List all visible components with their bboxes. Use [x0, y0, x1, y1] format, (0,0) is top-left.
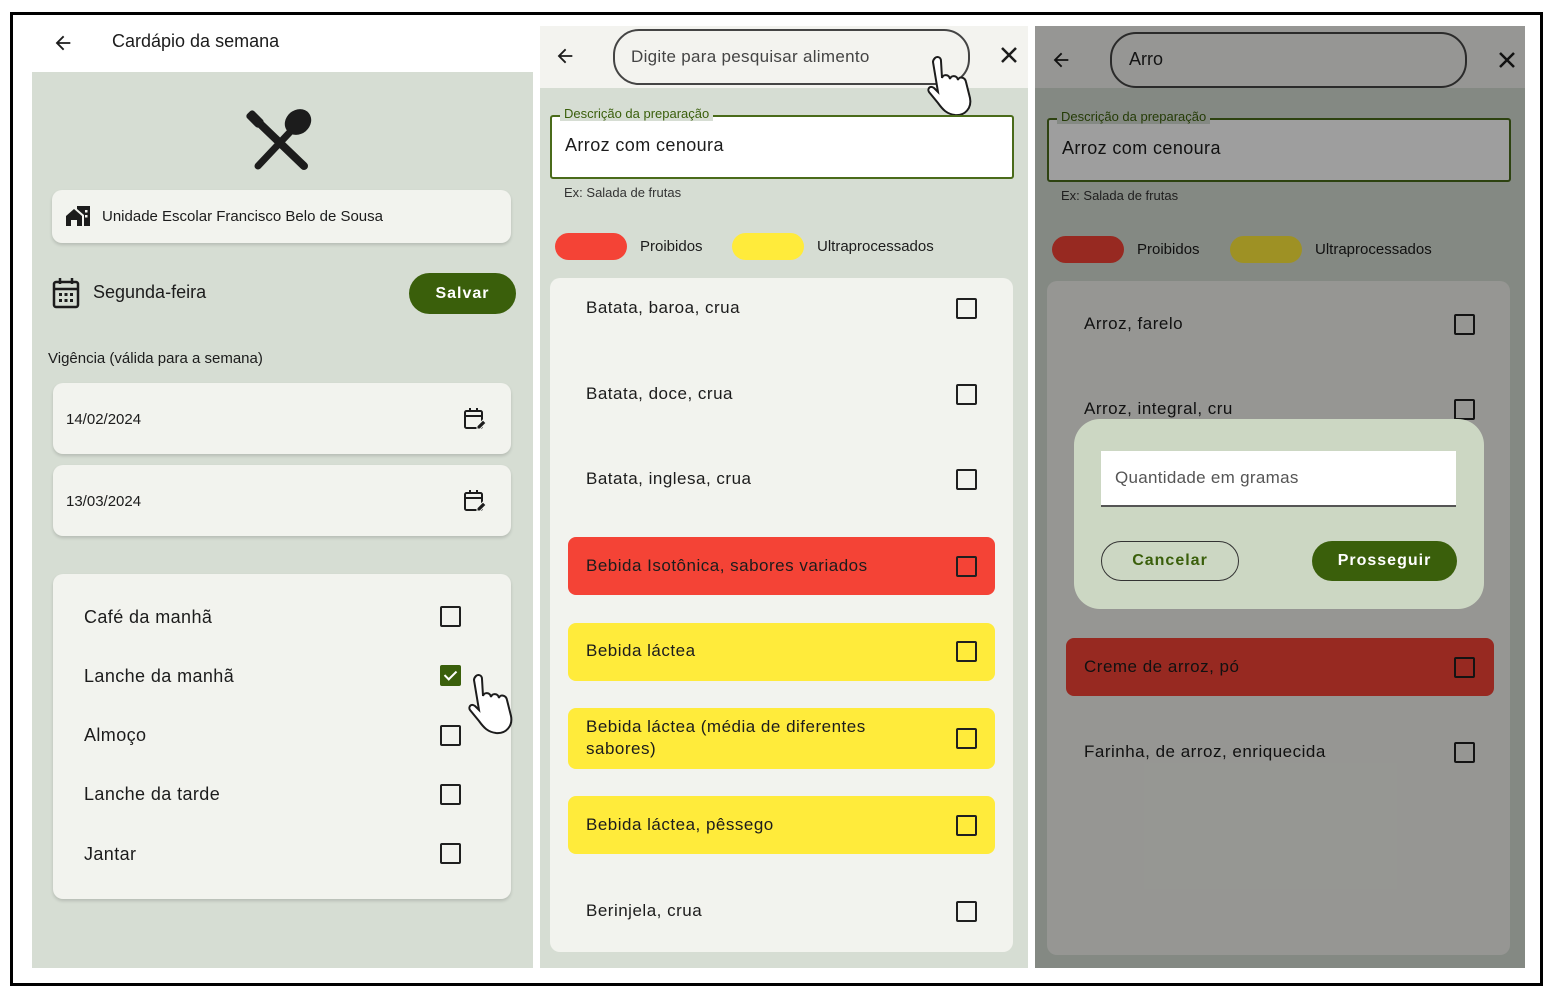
- item-label: Batata, doce, crua: [586, 384, 733, 403]
- school-card[interactable]: Unidade Escolar Francisco Belo de Sousa: [52, 190, 511, 243]
- preparation-legend: Descrição da preparação: [560, 106, 714, 121]
- home-work-icon: [66, 206, 90, 226]
- item-label: Berinjela, crua: [586, 901, 703, 920]
- meal-label: Almoço: [84, 725, 147, 745]
- item-checkbox[interactable]: [956, 641, 977, 662]
- quantity-dialog: Quantidade em gramas Cancelar Prosseguir: [1074, 419, 1484, 609]
- edit-calendar-icon[interactable]: [463, 407, 487, 431]
- list-item-ultra[interactable]: Bebida láctea: [568, 623, 995, 681]
- preparation-field[interactable]: Arroz com cenoura: [550, 115, 1014, 179]
- cancel-button[interactable]: Cancelar: [1101, 541, 1239, 581]
- back-arrow-icon[interactable]: [554, 45, 576, 67]
- day-label: Segunda-feira: [93, 282, 207, 302]
- meal-label: Jantar: [84, 844, 137, 864]
- meal-checkbox[interactable]: [440, 725, 461, 746]
- item-checkbox[interactable]: [956, 556, 977, 577]
- forbidden-chip: [555, 233, 627, 260]
- list-item[interactable]: Batata, doce, crua: [568, 370, 995, 420]
- cutlery-icon: [246, 109, 312, 170]
- item-checkbox[interactable]: [956, 901, 977, 922]
- item-checkbox[interactable]: [956, 298, 977, 319]
- search-input[interactable]: Digite para pesquisar alimento: [613, 29, 970, 85]
- item-label: Batata, inglesa, crua: [586, 469, 752, 488]
- item-label: Bebida Isotônica, sabores variados: [586, 556, 868, 575]
- list-item[interactable]: Batata, inglesa, crua: [568, 455, 995, 505]
- search-placeholder: Digite para pesquisar alimento: [631, 47, 870, 66]
- item-checkbox[interactable]: [956, 728, 977, 749]
- list-item-forbidden[interactable]: Bebida Isotônica, sabores variados: [568, 537, 995, 595]
- meal-checkbox-checked[interactable]: [440, 665, 461, 686]
- end-date-value: 13/03/2024: [66, 493, 142, 510]
- save-button[interactable]: Salvar: [409, 273, 516, 314]
- meal-label: Lanche da tarde: [84, 784, 221, 804]
- forbidden-label: Proibidos: [640, 238, 703, 255]
- item-label: Bebida láctea: [586, 641, 696, 660]
- back-arrow-icon[interactable]: [52, 32, 74, 54]
- app-bar: Cardápio da semana: [32, 26, 533, 72]
- edit-calendar-icon[interactable]: [463, 489, 487, 513]
- item-checkbox[interactable]: [956, 469, 977, 490]
- meal-checkbox[interactable]: [440, 606, 461, 627]
- item-checkbox[interactable]: [956, 384, 977, 405]
- start-date-field[interactable]: 14/02/2024: [53, 383, 511, 454]
- meal-label: Café da manhã: [84, 607, 213, 627]
- ultra-chip: [732, 233, 804, 260]
- screen-quantity-dialog: Arro Arroz com cenoura Descrição da prep…: [1035, 26, 1525, 968]
- pointer-hand-icon: [468, 674, 513, 735]
- validity-label: Vigência (válida para a semana): [48, 350, 263, 367]
- start-date-value: 14/02/2024: [66, 411, 142, 428]
- screen-weekly-menu: Cardápio da semana Unidade Escolar Franc…: [32, 26, 533, 968]
- meal-checkbox[interactable]: [440, 843, 461, 864]
- list-item[interactable]: Batata, baroa, crua: [568, 284, 995, 334]
- meal-label: Lanche da manhã: [84, 666, 235, 686]
- ultra-label: Ultraprocessados: [817, 238, 934, 255]
- pointer-hand-icon: [927, 56, 972, 117]
- preparation-value: Arroz com cenoura: [565, 135, 724, 155]
- page-title: Cardápio da semana: [112, 31, 280, 51]
- end-date-field[interactable]: 13/03/2024: [53, 465, 511, 536]
- item-label: Bebida láctea (média de diferentes: [586, 717, 866, 736]
- item-checkbox[interactable]: [956, 815, 977, 836]
- preparation-hint: Ex: Salada de frutas: [564, 185, 682, 200]
- quantity-input[interactable]: Quantidade em gramas: [1101, 451, 1456, 507]
- screen-food-search: Digite para pesquisar alimento Arroz com…: [540, 26, 1028, 968]
- quantity-placeholder: Quantidade em gramas: [1115, 468, 1299, 487]
- item-label: Bebida láctea, pêssego: [586, 815, 774, 834]
- close-icon[interactable]: [999, 45, 1019, 65]
- proceed-button[interactable]: Prosseguir: [1312, 541, 1457, 581]
- item-label: Batata, baroa, crua: [586, 298, 741, 317]
- food-list: Batata, baroa, crua Batata, doce, crua B…: [550, 278, 1013, 952]
- list-item-ultra[interactable]: Bebida láctea, pêssego: [568, 796, 995, 854]
- meal-checkbox[interactable]: [440, 784, 461, 805]
- item-label-line2: sabores): [586, 739, 657, 758]
- list-item-ultra[interactable]: Bebida láctea (média de diferentes sabor…: [568, 708, 995, 769]
- school-name: Unidade Escolar Francisco Belo de Sousa: [102, 208, 383, 225]
- calendar-icon: [52, 278, 80, 309]
- meals-card: Café da manhã Lanche da manhã Almoço Lan…: [53, 574, 511, 899]
- list-item[interactable]: Berinjela, crua: [568, 882, 995, 940]
